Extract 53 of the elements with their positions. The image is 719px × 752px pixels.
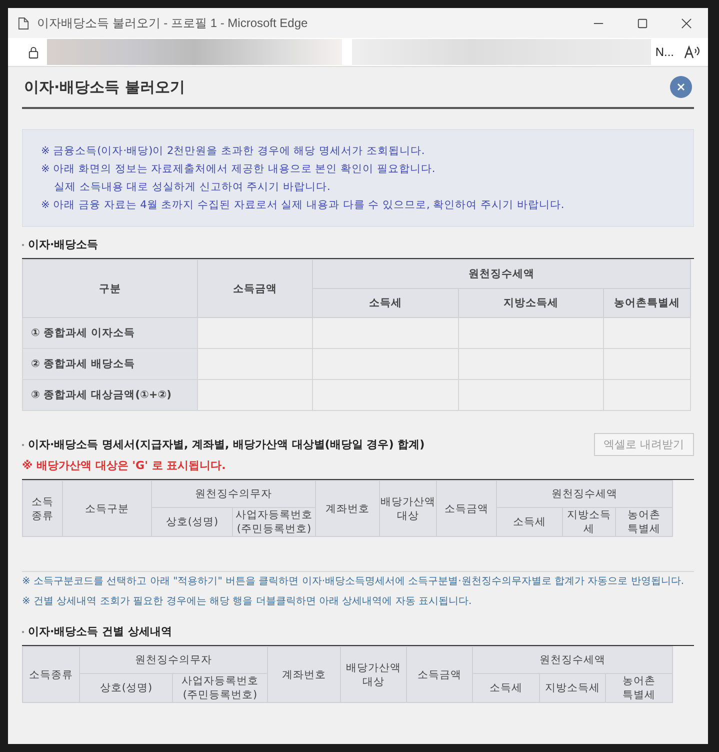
notice-text: ※ 금융소득(이자·배당)이 2천만원을 초과한 경우에 해당 명세서가 조회됩니다.	[41, 144, 426, 159]
column-header: 원천징수세액	[312, 260, 691, 288]
column-header: 계좌번호	[268, 646, 340, 702]
row-label: ② 종합과세 배당소득	[22, 348, 198, 380]
column-header: 원천징수의무자	[80, 646, 268, 674]
page-icon	[18, 16, 29, 30]
column-header: 소득구분	[62, 480, 152, 536]
column-header: 사업자등록번호 (주민등록번호)	[172, 674, 268, 702]
column-header: 상호(성명)	[152, 508, 232, 536]
column-header: 농어촌 특별세	[606, 674, 673, 702]
column-header: 원천징수세액	[472, 646, 673, 674]
close-icon	[680, 18, 692, 28]
section-heading: 이자·배당소득	[28, 237, 98, 252]
excel-download-button[interactable]: 엑셀로 내려받기	[594, 433, 694, 456]
read-aloud-icon[interactable]	[684, 45, 700, 59]
window-title: 이자배당소득 불러오기 - 프로필 1 - Microsoft Edge	[37, 14, 309, 32]
column-header: 계좌번호	[316, 480, 380, 536]
note-text: ※ 건별 상세내역 조회가 필요한 경우에는 해당 행을 더블클릭하면 아래 상세내역에 자동 표시됩니다.	[22, 595, 473, 609]
column-header: 지방소득세	[458, 288, 604, 318]
notice-text: ※ 아래 화면의 정보는 자료제출처에서 제공한 내용으로 본인 확인이 필요합니다.	[41, 162, 436, 177]
close-button[interactable]	[670, 76, 692, 98]
warning-text: ※ 배당가산액 대상은 'G' 로 표시됩니다.	[22, 458, 227, 473]
maximize-icon	[636, 18, 648, 28]
close-icon	[676, 82, 686, 92]
column-header: 원천징수세액	[496, 480, 673, 508]
column-header: 소득금액	[406, 646, 472, 702]
dialog-title: 이자·배당소득 불러오기	[24, 78, 185, 96]
note-text: ※ 소득구분코드를 선택하고 아래 "적용하기" 버튼을 클릭하면 이자·배당소득명세서에 소득구분별·원천징수의무자별로 합계가 자동으로 반영됩니다.	[22, 575, 686, 589]
section-heading: 이자·배당소득 건별 상세내역	[28, 624, 172, 639]
column-header: 지방소득세	[540, 674, 606, 702]
notice-text: 실제 소득내용 대로 성실하게 신고하여 주시기 바랍니다.	[53, 180, 332, 195]
column-header: 구분	[22, 260, 198, 318]
column-header: 소득세	[496, 508, 562, 536]
column-header: 배당가산액 대상	[340, 646, 406, 702]
column-header: 농어촌 특별세	[616, 508, 673, 536]
column-header: 원천징수의무자	[152, 480, 316, 508]
row-label: ① 종합과세 이자소득	[22, 318, 198, 348]
column-header: 상호(성명)	[80, 674, 172, 702]
column-header: 소득금액	[198, 260, 312, 318]
column-header: 소득세	[312, 288, 458, 318]
column-header: 소득 종류	[22, 480, 62, 536]
row-label: ③ 종합과세 대상금액(①+②)	[22, 380, 198, 410]
column-header: 소득종류	[22, 646, 80, 702]
section-heading: 이자·배당소득 명세서(지급자별, 계좌별, 배당가산액 대상별(배당일 경우) 합계)	[28, 437, 425, 452]
lock-icon	[28, 46, 39, 58]
column-header: 소득세	[472, 674, 540, 702]
column-header: 농어촌특별세	[604, 288, 691, 318]
column-header: 지방소득세	[562, 508, 616, 536]
notice-text: ※ 아래 금융 자료는 4월 초까지 수집된 자료로서 실제 내용과 다를 수 있으므로, 확인하여 주시기 바랍니다.	[41, 198, 566, 213]
column-header: 소득금액	[436, 480, 496, 536]
column-header: 배당가산액 대상	[380, 480, 436, 536]
column-header: 사업자등록번호 (주민등록번호)	[232, 508, 316, 536]
address-text: N...	[655, 45, 674, 59]
